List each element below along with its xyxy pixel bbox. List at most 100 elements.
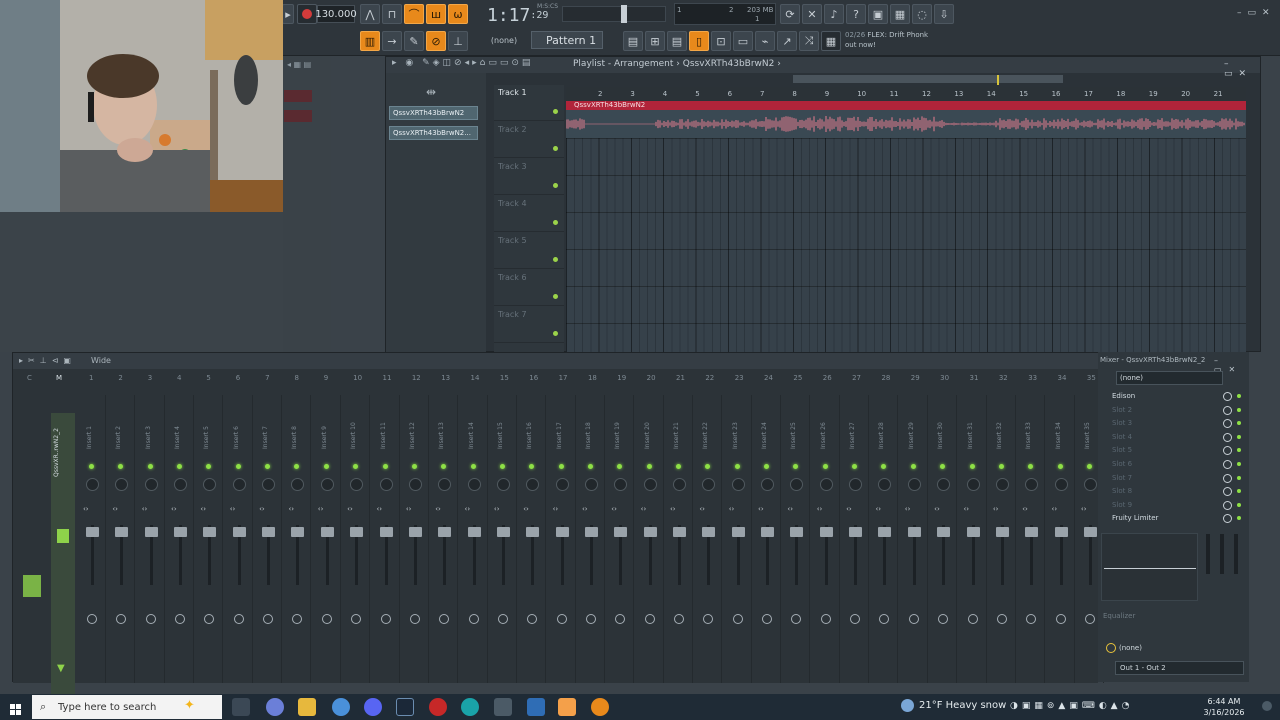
playlist-scrollbar[interactable] <box>793 75 1063 83</box>
pan-knob[interactable] <box>144 478 158 491</box>
route-knob[interactable] <box>116 614 127 624</box>
insert-enable-led[interactable] <box>206 464 212 469</box>
plugin-icon[interactable]: ▦ <box>890 4 910 24</box>
tempo-tap-icon[interactable]: ↗ <box>777 31 797 51</box>
volume-fader[interactable] <box>291 527 305 537</box>
route-knob[interactable] <box>351 614 362 624</box>
slot-enable-led[interactable] <box>1237 421 1241 426</box>
route-knob[interactable] <box>175 614 186 624</box>
pan-knob[interactable] <box>555 478 569 491</box>
route-knob[interactable] <box>204 614 215 624</box>
insert-enable-led[interactable] <box>265 464 271 469</box>
pan-knob[interactable] <box>526 478 540 491</box>
plug-icon[interactable]: ⌁ <box>755 31 775 51</box>
volume-fader[interactable] <box>849 527 863 537</box>
pan-knob[interactable] <box>320 478 334 491</box>
volume-fader[interactable] <box>790 527 804 537</box>
effect-slot[interactable]: Slot 3 <box>1104 417 1244 430</box>
insert-strip[interactable]: Insert 33 ‹› <box>1018 395 1046 683</box>
effect-slot[interactable]: Slot 8 <box>1104 485 1244 498</box>
app-icon[interactable] <box>429 698 447 716</box>
volume-fader[interactable] <box>761 527 775 537</box>
insert-enable-led[interactable] <box>323 464 329 469</box>
volume-fader[interactable] <box>174 527 188 537</box>
volume-fader[interactable] <box>937 527 951 537</box>
effect-slot[interactable]: Slot 4 <box>1104 431 1244 444</box>
track-mute-led[interactable] <box>553 220 558 225</box>
insert-strip[interactable]: Insert 5 ‹› <box>196 395 224 683</box>
insert-enable-led[interactable] <box>676 464 681 469</box>
insert-strip[interactable]: Insert 26 ‹› <box>813 395 840 683</box>
volume-fader[interactable] <box>115 527 129 537</box>
pan-knob[interactable] <box>584 478 598 491</box>
insert-enable-led[interactable] <box>353 464 359 469</box>
route-knob[interactable] <box>233 614 244 624</box>
master-volume-slider[interactable] <box>562 5 666 23</box>
insert-enable-led[interactable] <box>118 464 124 469</box>
insert-enable-led[interactable] <box>529 464 535 469</box>
insert-enable-led[interactable] <box>1057 464 1063 469</box>
record-button[interactable] <box>297 4 317 24</box>
insert-enable-led[interactable] <box>910 464 916 469</box>
effect-slot[interactable]: Slot 2 <box>1104 404 1244 417</box>
preset-select[interactable]: (none) <box>1116 371 1223 385</box>
insert-strip[interactable]: Insert 15 ‹› <box>490 395 517 683</box>
volume-fader[interactable] <box>819 527 833 537</box>
pan-knob[interactable] <box>379 478 393 491</box>
pan-knob[interactable] <box>438 478 452 491</box>
route-knob[interactable] <box>321 614 332 624</box>
picker-arrows-icon[interactable]: ⇹ <box>426 85 436 99</box>
track-header[interactable]: Track 7 <box>494 307 564 343</box>
news-panel[interactable]: 02/26 FLEX: Drift Phonk out now! <box>845 30 940 52</box>
mixer-tools-icon[interactable]: ▸✂⊥⊲▣ <box>19 356 76 365</box>
track-header[interactable]: Track 6 <box>494 270 564 306</box>
audio-clip-header[interactable]: QssvXRTh43bBrwN2 <box>566 101 1246 110</box>
route-knob[interactable] <box>762 614 773 624</box>
mix-level-knob[interactable] <box>1223 460 1232 469</box>
stereo-separation-icon[interactable]: ‹› <box>1081 505 1087 513</box>
start-icon[interactable] <box>10 701 22 715</box>
track-header[interactable]: Track 3 <box>494 159 564 195</box>
stereo-separation-icon[interactable]: ‹› <box>523 505 529 513</box>
file-icon[interactable]: ▭ <box>733 31 753 51</box>
insert-enable-led[interactable] <box>822 464 828 469</box>
insert-strip[interactable]: Insert 3 ‹› <box>138 395 165 683</box>
volume-fader[interactable] <box>643 527 657 537</box>
effect-slot[interactable]: Slot 5 <box>1104 444 1244 457</box>
stereo-separation-icon[interactable]: ‹› <box>1052 505 1058 513</box>
fl-studio-alt-icon[interactable] <box>591 698 609 716</box>
tempo-display[interactable]: 130.000 <box>315 5 357 23</box>
stereo-separation-icon[interactable]: ‹› <box>259 505 265 513</box>
pan-knob[interactable] <box>614 478 628 491</box>
slot-enable-led[interactable] <box>1237 434 1241 439</box>
channel-slot[interactable] <box>284 90 312 102</box>
slot-enable-led[interactable] <box>1237 407 1241 412</box>
insert-strip[interactable]: Insert 1 ‹› <box>79 395 106 683</box>
effect-slot[interactable]: Fruity Limiter <box>1104 512 1244 525</box>
insert-strip[interactable]: Insert 30 ‹› <box>930 395 958 683</box>
insert-enable-led[interactable] <box>734 464 740 469</box>
route-knob[interactable] <box>527 614 538 624</box>
eq-slider[interactable] <box>1206 534 1210 574</box>
pan-knob[interactable] <box>673 478 686 491</box>
route-knob[interactable] <box>615 614 626 624</box>
mix-level-knob[interactable] <box>1223 392 1232 401</box>
slot-enable-led[interactable] <box>1237 489 1241 494</box>
insert-enable-led[interactable] <box>881 464 887 469</box>
stereo-separation-icon[interactable]: ‹› <box>347 505 353 513</box>
route-knob[interactable] <box>1084 614 1095 624</box>
mix-level-knob[interactable] <box>1223 473 1232 483</box>
route-knob[interactable] <box>263 614 274 624</box>
insert-enable-led[interactable] <box>940 464 946 469</box>
output-select[interactable]: Out 1 - Out 2 <box>1115 661 1244 675</box>
slot-enable-led[interactable] <box>1237 448 1241 453</box>
route-knob[interactable] <box>87 614 97 624</box>
stereo-separation-icon[interactable]: ‹› <box>435 505 441 513</box>
slot-enable-led[interactable] <box>1237 502 1241 507</box>
arrangement-grid[interactable] <box>566 101 1246 353</box>
insert-strip[interactable]: Insert 6 ‹› <box>226 395 253 683</box>
volume-fader[interactable] <box>878 527 892 537</box>
save-icon[interactable]: ▣ <box>868 4 888 24</box>
insert-strip[interactable]: Insert 23 ‹› <box>725 395 752 683</box>
pan-knob[interactable] <box>731 478 745 491</box>
